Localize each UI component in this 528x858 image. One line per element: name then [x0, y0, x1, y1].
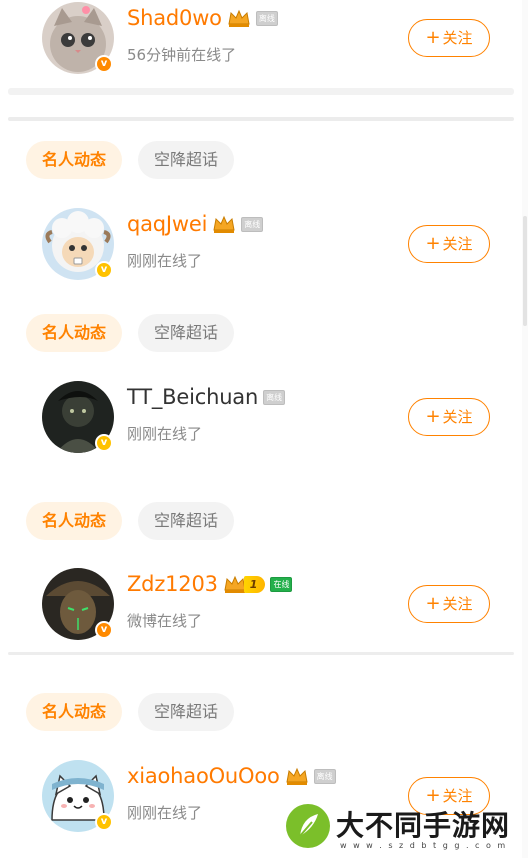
online-status-text: 微博在线了: [127, 612, 203, 630]
tag-celebrity-updates[interactable]: 名人动态: [26, 502, 123, 540]
crown-icon: [228, 9, 250, 27]
username[interactable]: xiaohaoOuOoo: [127, 764, 280, 788]
follow-button[interactable]: + 关注: [408, 225, 490, 263]
verified-badge-icon: v: [95, 434, 113, 452]
username[interactable]: Shad0wo: [127, 6, 222, 30]
crown-icon: [286, 767, 308, 785]
site-watermark: 大不同手游网 w w w . s z d b t g g . c o m: [276, 798, 528, 858]
status-pill: 离线: [255, 10, 278, 26]
status-pill: 离线: [241, 216, 264, 232]
username[interactable]: qaqJwei: [127, 212, 207, 236]
user-card-tt-beichuan: v TT_Beichuan 离线 刚刚在线了 + 关注: [42, 381, 490, 457]
plus-icon: +: [425, 406, 441, 427]
tag-airdrop-supertopic[interactable]: 空降超话: [138, 693, 235, 731]
vip-level-number: 1: [243, 575, 266, 593]
follow-label: 关注: [442, 595, 473, 613]
verified-badge-icon: v: [95, 813, 113, 831]
verified-badge-icon: v: [95, 55, 113, 73]
plus-icon: +: [425, 593, 441, 614]
tag-airdrop-supertopic[interactable]: 空降超话: [138, 141, 235, 179]
tag-row: 名人动态 空降超话: [26, 502, 235, 540]
follow-label: 关注: [442, 408, 473, 426]
user-card-zdz1203: v Zdz1203 1 在线 微博在线了 + 关注: [42, 568, 490, 644]
follow-button[interactable]: + 关注: [408, 19, 490, 57]
online-status-text: 刚刚在线了: [127, 252, 203, 270]
tag-celebrity-updates[interactable]: 名人动态: [26, 314, 123, 352]
tag-airdrop-supertopic[interactable]: 空降超话: [138, 314, 235, 352]
user-card-shad0wo: v Shad0wo 离线 56分钟前在线了 + 关注: [42, 2, 490, 78]
tag-row: 名人动态 空降超话: [26, 314, 235, 352]
online-status-text: 56分钟前在线了: [127, 46, 237, 64]
tag-airdrop-supertopic[interactable]: 空降超话: [138, 502, 235, 540]
username[interactable]: Zdz1203: [127, 572, 218, 596]
follow-button[interactable]: + 关注: [408, 585, 490, 623]
watermark-title: 大不同手游网: [336, 809, 511, 842]
status-pill: 在线: [270, 576, 293, 592]
plus-icon: +: [425, 233, 441, 254]
card-divider: [8, 88, 514, 95]
leaf-logo-icon: [286, 804, 330, 848]
online-status-text: 刚刚在线了: [127, 804, 203, 822]
online-status-text: 刚刚在线了: [127, 425, 203, 443]
vip-level-badge: 1: [223, 574, 266, 594]
username[interactable]: TT_Beichuan: [127, 385, 258, 409]
verified-badge-icon: v: [95, 621, 113, 639]
follow-button[interactable]: + 关注: [408, 398, 490, 436]
status-pill: 离线: [263, 389, 286, 405]
tag-celebrity-updates[interactable]: 名人动态: [26, 693, 123, 731]
scrollbar-track[interactable]: [522, 0, 528, 858]
follow-label: 关注: [442, 235, 473, 253]
status-pill: 离线: [313, 768, 336, 784]
user-card-qaqjwei: v qaqJwei 离线 刚刚在线了 + 关注: [42, 208, 490, 284]
tag-celebrity-updates[interactable]: 名人动态: [26, 141, 123, 179]
verified-badge-icon: v: [95, 261, 113, 279]
plus-icon: +: [425, 27, 441, 48]
scrollbar-thumb[interactable]: [523, 216, 527, 326]
card-divider: [8, 652, 514, 655]
tag-row: 名人动态 空降超话: [26, 141, 235, 179]
tag-row: 名人动态 空降超话: [26, 693, 235, 731]
watermark-url: w w w . s z d b t g g . c o m: [340, 841, 508, 850]
card-divider: [8, 117, 514, 121]
crown-icon: [213, 215, 235, 233]
follow-label: 关注: [442, 29, 473, 47]
